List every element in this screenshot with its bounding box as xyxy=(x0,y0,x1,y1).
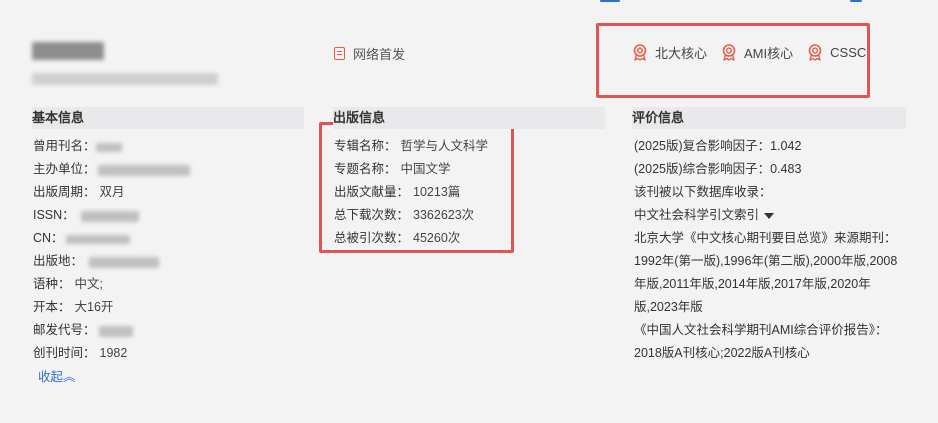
section-publication-info: 出版信息 xyxy=(333,107,605,129)
field-label: 创刊时间： xyxy=(33,346,96,360)
collapse-link[interactable]: 收起︽ xyxy=(38,366,76,385)
field-label: 出版周期： xyxy=(33,185,96,199)
evaluation-info-list: (2025版)复合影响因子：1.042 (2025版)综合影响因子：0.483 … xyxy=(634,135,906,365)
ami-versions: 2018版A刊核心;2022版A刊核心 xyxy=(634,346,810,360)
row-citations: 总被引次数： 45260次 xyxy=(334,227,488,250)
former-name-blurred xyxy=(95,142,122,152)
row-language: 语种： 中文; xyxy=(33,273,196,296)
field-value: 45260次 xyxy=(413,231,461,245)
row-cycle: 出版周期： 双月 xyxy=(33,181,196,204)
section-basic-info: 基本信息 xyxy=(32,107,304,129)
section-evaluation-info: 评价信息 xyxy=(632,107,906,129)
field-label: CN： xyxy=(33,231,64,245)
field-value: 双月 xyxy=(99,185,125,199)
issn-blurred xyxy=(80,210,139,222)
top-nav-fragment xyxy=(600,0,862,2)
journal-title-blurred xyxy=(32,42,104,60)
field-value: 哲学与人文科学 xyxy=(400,139,489,153)
row-postal-code: 邮发代号： xyxy=(33,319,196,342)
row-issn: ISSN： xyxy=(33,204,196,227)
field-label: 专辑名称： xyxy=(334,139,397,153)
journal-subtitle-blurred xyxy=(32,73,218,85)
field-value: 10213篇 xyxy=(413,185,461,199)
section-title: 出版信息 xyxy=(333,110,386,125)
field-label: 语种： xyxy=(33,277,71,291)
field-label: ISSN： xyxy=(33,208,75,222)
field-label: 主办单位： xyxy=(33,162,96,176)
section-title: 基本信息 xyxy=(32,110,85,125)
field-label: 邮发代号： xyxy=(33,323,96,337)
field-value: 大16开 xyxy=(74,300,114,314)
section-title: 评价信息 xyxy=(632,110,685,125)
pku-core-source: 北京大学《中文核心期刊要目总览》来源期刊： xyxy=(634,231,897,245)
row-series: 专辑名称： 哲学与人文科学 xyxy=(334,135,488,158)
field-label: 出版地： xyxy=(33,254,84,268)
field-value: 1982 xyxy=(99,346,128,360)
row-sponsor: 主办单位： xyxy=(33,158,196,181)
postal-blurred xyxy=(98,325,133,337)
field-label: 专题名称： xyxy=(334,162,397,176)
field-value: 中国文学 xyxy=(400,162,451,176)
comprehensive-impact-factor: (2025版)综合影响因子：0.483 xyxy=(634,162,802,176)
row-topic: 专题名称： 中国文学 xyxy=(334,158,488,181)
field-label: 总下载次数： xyxy=(334,208,410,222)
database-dropdown-label: 中文社会科学引文索引 xyxy=(634,208,760,222)
field-label: 总被引次数： xyxy=(334,231,410,245)
composite-impact-factor: (2025版)复合影响因子：1.042 xyxy=(634,139,802,153)
place-blurred xyxy=(89,256,160,268)
pku-core-versions: 1992年(第一版),1996年(第二版),2000年版,2008年版,2011… xyxy=(634,254,898,314)
field-label: 出版文献量： xyxy=(334,185,410,199)
ami-report: 《中国人文社会科学期刊AMI综合评价报告》： xyxy=(634,323,888,337)
row-doc-count: 出版文献量： 10213篇 xyxy=(334,181,488,204)
database-intro: 该刊被以下数据库收录： xyxy=(634,185,772,199)
row-format: 开本： 大16开 xyxy=(33,296,196,319)
sponsor-blurred xyxy=(97,164,190,176)
field-label: 开本： xyxy=(33,300,71,314)
field-value: 中文; xyxy=(74,277,103,291)
row-former-name: 曾用刊名： xyxy=(33,135,196,158)
document-icon xyxy=(334,47,345,60)
highlight-box-badges xyxy=(596,23,870,98)
database-dropdown[interactable]: 中文社会科学引文索引 xyxy=(634,204,906,227)
first-publish-label: 网络首发 xyxy=(353,47,406,62)
row-place: 出版地： xyxy=(33,250,196,273)
first-publish-tag: 网络首发 xyxy=(334,44,405,63)
publication-info-list: 专辑名称： 哲学与人文科学 专题名称： 中国文学 出版文献量： 10213篇 总… xyxy=(334,135,488,250)
row-downloads: 总下载次数： 3362623次 xyxy=(334,204,488,227)
field-value: 3362623次 xyxy=(413,208,475,222)
row-cn: CN： xyxy=(33,227,196,250)
caret-down-icon xyxy=(764,212,775,219)
field-label: 曾用刊名： xyxy=(33,139,96,153)
cn-blurred xyxy=(65,234,130,244)
row-founded: 创刊时间： 1982 xyxy=(33,342,196,365)
basic-info-list: 曾用刊名： 主办单位： 出版周期： 双月 ISSN： CN： 出版地： 语种： … xyxy=(33,135,196,365)
